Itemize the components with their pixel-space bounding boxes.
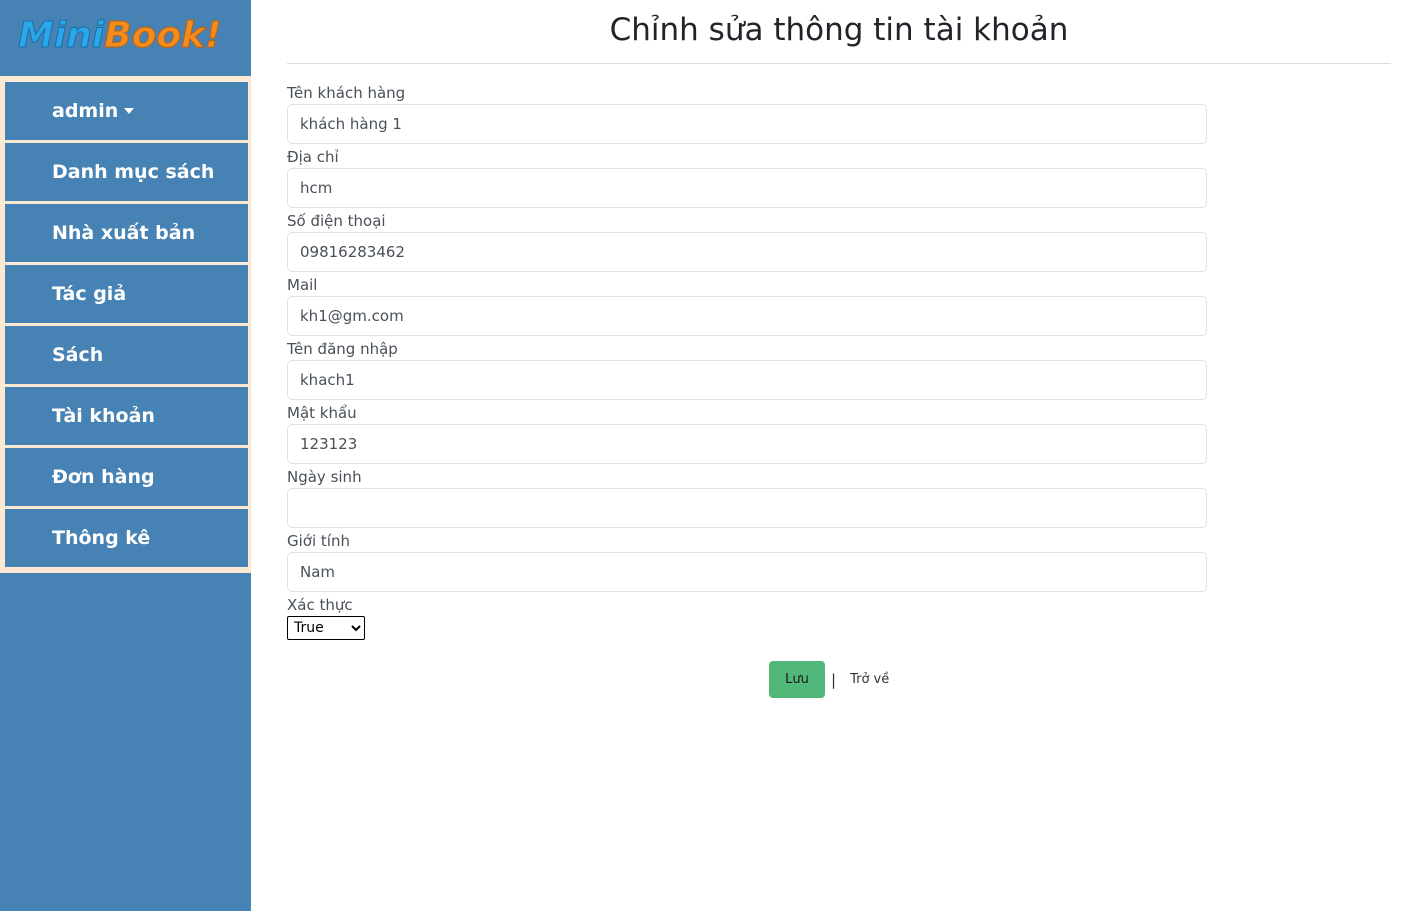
sidebar-item-label: Tác giả <box>52 283 127 305</box>
sidebar-item-label: Thông kê <box>52 527 151 549</box>
verified-label: Xác thực <box>287 596 353 614</box>
phone-field: Số điện thoại <box>287 210 1207 274</box>
sidebar-item-label: Đơn hàng <box>52 466 155 488</box>
phone-input[interactable] <box>287 232 1207 272</box>
sidebar-item-statistics[interactable]: Thông kê <box>5 509 248 567</box>
customer-name-input[interactable] <box>287 104 1207 144</box>
gender-input[interactable] <box>287 552 1207 592</box>
sidebar-item-label: admin <box>52 100 119 122</box>
action-separator: | <box>831 670 837 689</box>
customer-name-label: Tên khách hàng <box>287 84 406 102</box>
address-field: Địa chỉ <box>287 146 1207 210</box>
birthdate-input[interactable] <box>287 488 1207 528</box>
customer-name-field: Tên khách hàng <box>287 82 1207 146</box>
birthdate-field: Ngày sinh <box>287 466 1207 530</box>
sidebar-item-publishers[interactable]: Nhà xuất bản <box>5 204 248 262</box>
verified-field: Xác thực True <box>287 594 1207 640</box>
username-label: Tên đăng nhập <box>287 340 398 358</box>
sidebar-item-admin[interactable]: admin <box>5 82 248 140</box>
email-input[interactable] <box>287 296 1207 336</box>
form-actions: Lưu | Trở về <box>769 661 895 698</box>
email-field: Mail <box>287 274 1207 338</box>
gender-field: Giới tính <box>287 530 1207 594</box>
logo-text-book: Book! <box>104 15 222 57</box>
sidebar-item-label: Danh mục sách <box>52 161 215 183</box>
sidebar-item-label: Sách <box>52 344 104 366</box>
edit-account-form: Tên khách hàng Địa chỉ Số điện thoại Mai… <box>287 82 1207 640</box>
password-field: Mật khẩu <box>287 402 1207 466</box>
sidebar-item-label: Tài khoản <box>52 405 155 427</box>
back-link[interactable]: Trở về <box>844 672 895 687</box>
email-label: Mail <box>287 276 318 294</box>
sidebar-item-categories[interactable]: Danh mục sách <box>5 143 248 201</box>
address-input[interactable] <box>287 168 1207 208</box>
sidebar-nav: admin Danh mục sách Nhà xuất bản Tác giả… <box>0 76 251 573</box>
minibook-logo[interactable]: MiniBook! <box>17 10 250 66</box>
sidebar-item-authors[interactable]: Tác giả <box>5 265 248 323</box>
sidebar-item-accounts[interactable]: Tài khoản <box>5 387 248 445</box>
sidebar-item-label: Nhà xuất bản <box>52 222 196 244</box>
sidebar: MiniBook! admin Danh mục sách Nhà xuất b… <box>0 0 251 911</box>
username-input[interactable] <box>287 360 1207 400</box>
phone-label: Số điện thoại <box>287 212 386 230</box>
gender-label: Giới tính <box>287 532 350 550</box>
caret-down-icon <box>124 108 135 114</box>
verified-select[interactable]: True <box>287 616 365 640</box>
username-field: Tên đăng nhập <box>287 338 1207 402</box>
sidebar-item-books[interactable]: Sách <box>5 326 248 384</box>
birthdate-label: Ngày sinh <box>287 468 362 486</box>
password-label: Mật khẩu <box>287 404 357 422</box>
sidebar-item-orders[interactable]: Đơn hàng <box>5 448 248 506</box>
address-label: Địa chỉ <box>287 148 339 166</box>
page-title: Chỉnh sửa thông tin tài khoản <box>287 0 1391 64</box>
password-input[interactable] <box>287 424 1207 464</box>
main-content: Chỉnh sửa thông tin tài khoản Tên khách … <box>287 0 1391 698</box>
save-button[interactable]: Lưu <box>769 661 825 698</box>
logo-text-mini: Mini <box>17 15 105 57</box>
